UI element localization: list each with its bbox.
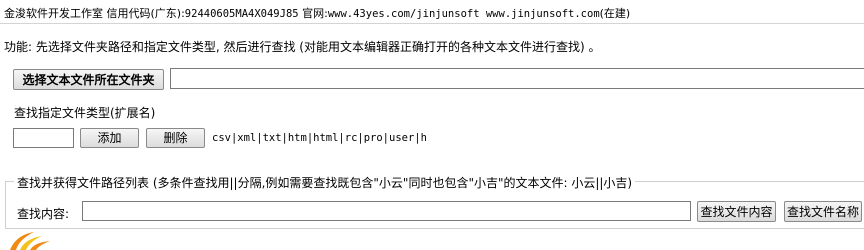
credit-code-label: 信用代码(广东): [106, 7, 185, 20]
add-extension-button[interactable]: 添加 [80, 128, 139, 148]
select-folder-button[interactable]: 选择文本文件所在文件夹 [13, 69, 164, 90]
header-info: 金浚软件开发工作室 信用代码(广东):92440605MA4X049J85 官网… [4, 5, 630, 21]
website-label: 官网: [302, 7, 328, 20]
company-name: 金浚软件开发工作室 [4, 7, 103, 20]
website-urls: www.43yes.com/jinjunsoft www.jinjunsoft.… [327, 8, 600, 20]
extension-label: 查找指定文件类型(扩展名) [14, 106, 156, 120]
extension-input[interactable] [13, 128, 74, 148]
search-content-input[interactable] [82, 201, 691, 221]
find-file-content-button[interactable]: 查找文件内容 [697, 201, 776, 222]
search-group-legend: 查找并获得文件路径列表 (多条件查找用||分隔,例如需要查找既包含"小云"同时也… [14, 174, 636, 191]
folder-path-field[interactable] [170, 68, 864, 89]
logo-icon [10, 232, 50, 250]
website-note: (在建) [599, 7, 631, 20]
extension-list: csv|xml|txt|htm|html|rc|pro|user|h [212, 132, 427, 144]
delete-extension-button[interactable]: 删除 [146, 128, 205, 148]
find-file-name-button[interactable]: 查找文件名称 [784, 201, 862, 222]
credit-code: 92440605MA4X049J85 [184, 8, 299, 20]
search-content-label: 查找内容: [17, 207, 70, 221]
function-description: 功能: 先选择文件夹路径和指定文件类型, 然后进行查找 (对能用文本编辑器正确打… [4, 40, 601, 54]
